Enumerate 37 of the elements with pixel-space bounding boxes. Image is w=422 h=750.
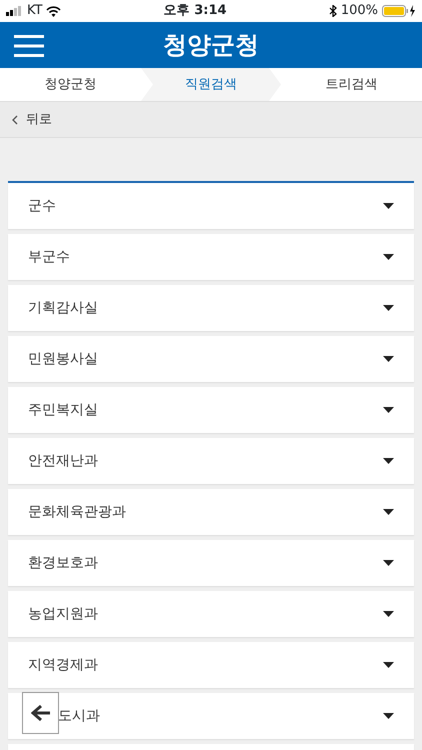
caret-down-icon xyxy=(383,611,394,617)
back-link[interactable]: 뒤로 xyxy=(12,110,52,130)
dropdown-item[interactable]: 문화체육관광과 xyxy=(8,489,414,535)
caret-down-icon xyxy=(383,407,394,413)
caret-down-icon xyxy=(383,305,394,311)
dropdown-item[interactable]: 주민복지실 xyxy=(8,387,414,433)
dropdown-item[interactable]: 군수 xyxy=(8,183,414,229)
dropdown-item[interactable]: 도시과 xyxy=(8,693,414,739)
carrier-name: KT xyxy=(27,2,42,20)
bluetooth-icon xyxy=(328,5,337,17)
caret-down-icon xyxy=(383,560,394,566)
dropdown-item[interactable]: 안전재난과 xyxy=(8,438,414,484)
caret-down-icon xyxy=(383,458,394,464)
battery-charging-icon xyxy=(382,5,416,17)
back-button[interactable] xyxy=(22,692,59,734)
dropdown-item[interactable]: 환경보호과 xyxy=(8,540,414,586)
dropdown-item[interactable]: 민원봉사실 xyxy=(8,336,414,382)
caret-down-icon xyxy=(383,713,394,719)
status-time: 오후 3:14 xyxy=(164,2,227,20)
arrow-left-icon xyxy=(30,704,50,722)
caret-down-icon xyxy=(383,254,394,260)
caret-down-icon xyxy=(383,356,394,362)
menu-button[interactable] xyxy=(14,33,44,57)
dropdown-item[interactable]: 기획감사실 xyxy=(8,285,414,331)
caret-down-icon xyxy=(383,662,394,668)
chevron-left-icon xyxy=(12,114,18,124)
dropdown-item[interactable]: 농업지원과 xyxy=(8,591,414,637)
dropdown-item[interactable]: 부군수 xyxy=(8,234,414,280)
app-title: 청양군청 xyxy=(163,30,259,61)
tab[interactable]: 직원검색 xyxy=(141,68,281,101)
caret-down-icon xyxy=(383,203,394,209)
caret-down-icon xyxy=(383,509,394,515)
wifi-icon xyxy=(46,6,62,16)
signal-icon xyxy=(6,6,23,16)
menu-icon xyxy=(14,34,44,57)
battery-percent: 100% xyxy=(340,2,378,20)
dropdown-item[interactable]: 지역경제과 xyxy=(8,642,414,688)
